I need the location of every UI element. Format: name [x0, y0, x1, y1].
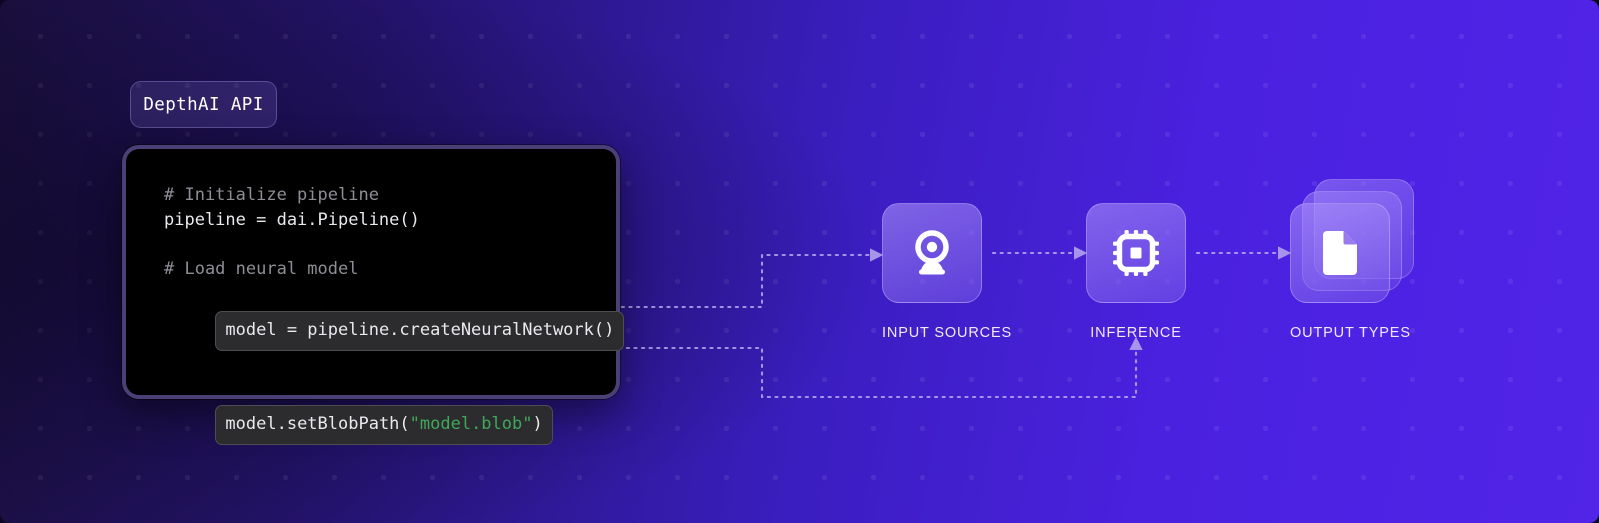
node-output-types-tile[interactable] [1290, 203, 1390, 303]
node-output-types-stack[interactable] [1290, 179, 1414, 303]
diagram-canvas: DepthAI API # Initialize pipeline pipeli… [0, 0, 1599, 523]
code-line-create-network-wrapper: model = pipeline.createNeuralNetwork() [164, 282, 625, 376]
code-line-comment-1: # Initialize pipeline [164, 185, 379, 205]
node-inference-label: INFERENCE [1090, 325, 1182, 341]
webcam-icon [904, 225, 960, 281]
code-line-set-blob-path-wrapper: model.setBlobPath("model.blob") [164, 376, 616, 470]
code-setblobpath-suffix: ) [532, 414, 543, 434]
code-setblobpath-prefix: model.setBlobPath( [225, 414, 410, 434]
document-icon [1317, 227, 1363, 279]
node-input-sources-label: INPUT SOURCES [882, 325, 1013, 341]
code-panel: # Initialize pipeline pipeline = dai.Pip… [122, 145, 625, 445]
node-inference[interactable]: INFERENCE [1086, 203, 1186, 341]
node-input-sources-tile[interactable] [882, 203, 982, 303]
code-setblobpath-string: "model.blob" [409, 414, 533, 434]
code-highlight-create-network[interactable]: model = pipeline.createNeuralNetwork() [215, 311, 625, 351]
node-output-types[interactable]: OUTPUT TYPES [1290, 179, 1414, 341]
code-line-pipeline: pipeline = dai.Pipeline() [164, 210, 420, 230]
code-highlight-set-blob-path[interactable]: model.setBlobPath("model.blob") [215, 405, 553, 445]
chip-icon [1109, 226, 1163, 280]
depthai-api-badge-label: DepthAI API [143, 94, 264, 115]
node-input-sources[interactable]: INPUT SOURCES [882, 203, 1013, 341]
node-inference-tile[interactable] [1086, 203, 1186, 303]
code-line-comment-2: # Load neural model [164, 259, 359, 279]
depthai-api-badge: DepthAI API [130, 81, 277, 128]
node-output-types-label: OUTPUT TYPES [1290, 325, 1411, 341]
